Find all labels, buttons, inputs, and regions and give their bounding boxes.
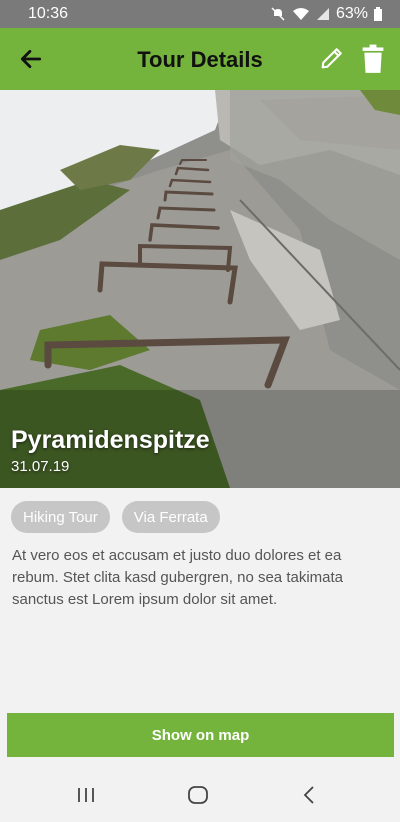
tour-description: At vero eos et accusam et justo duo dolo… [12, 547, 344, 608]
tag-list: Hiking Tour Via Ferrata [11, 501, 220, 533]
recents-icon[interactable] [76, 785, 96, 810]
home-icon[interactable] [187, 785, 209, 810]
status-time: 10:36 [28, 5, 69, 22]
battery-icon [374, 7, 382, 21]
back-icon[interactable] [302, 785, 316, 810]
mute-icon [270, 6, 286, 22]
app-bar: Tour Details [0, 28, 400, 90]
show-on-map-button[interactable]: Show on map [7, 713, 394, 757]
battery-percent: 63% [335, 5, 368, 22]
tour-photo: Pyramidenspitze 31.07.19 [0, 90, 400, 488]
wifi-icon [292, 7, 310, 21]
system-nav-bar [0, 768, 400, 822]
tag-chip[interactable]: Via Ferrata [121, 501, 220, 533]
trash-icon[interactable] [360, 44, 386, 74]
tour-date: 31.07.19 [11, 458, 70, 475]
tour-name: Pyramidenspitze [11, 426, 210, 454]
pencil-icon[interactable] [318, 44, 346, 72]
tag-chip[interactable]: Hiking Tour [11, 501, 110, 533]
status-icons: 63% [270, 5, 382, 23]
status-bar: 10:36 63% [0, 0, 400, 28]
signal-icon [316, 7, 330, 21]
